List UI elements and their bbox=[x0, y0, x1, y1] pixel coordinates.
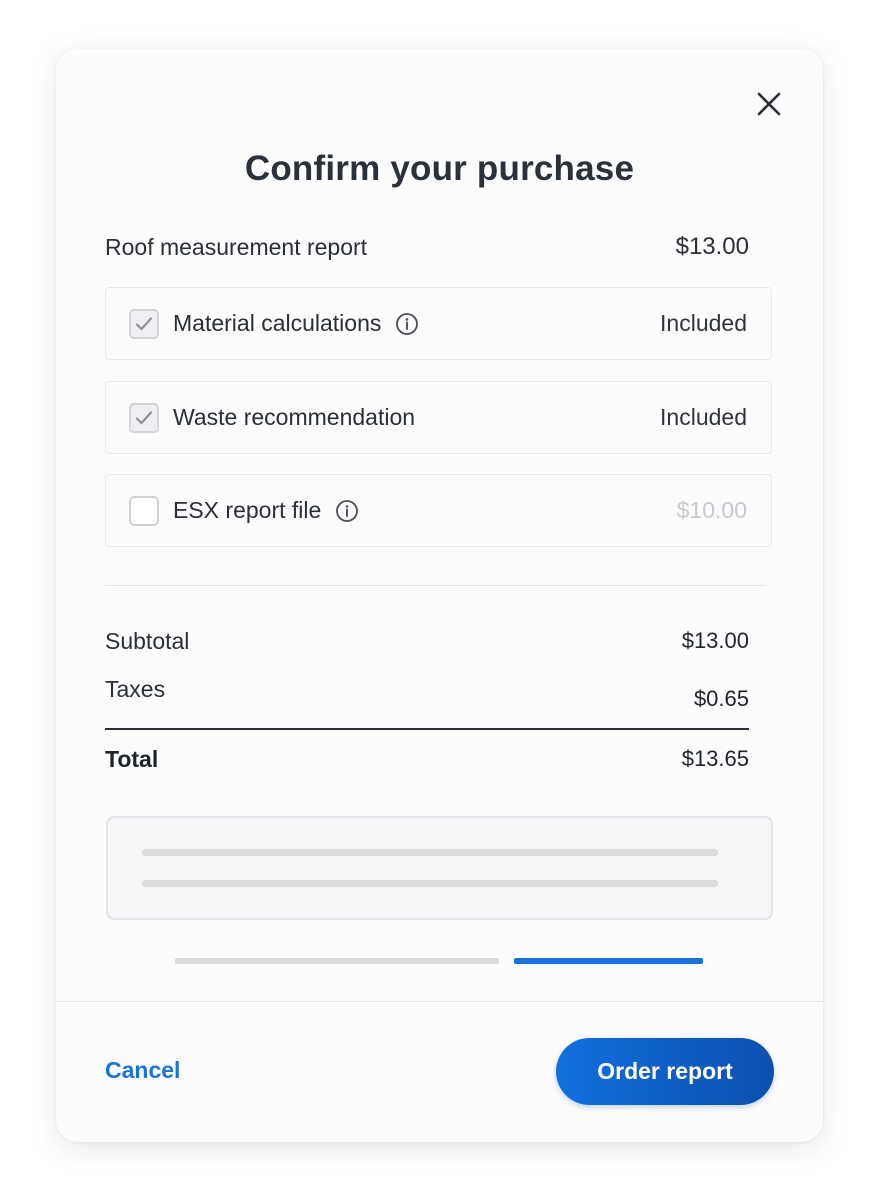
progress-step-2 bbox=[514, 958, 703, 964]
total-value: $13.65 bbox=[681, 746, 749, 771]
taxes-row: Taxes $0.65 bbox=[105, 676, 749, 711]
progress-step-1 bbox=[175, 958, 499, 964]
total-label: Total bbox=[105, 746, 159, 772]
esx-report-file-checkbox[interactable] bbox=[129, 495, 159, 526]
total-divider bbox=[105, 728, 749, 730]
option-price: $10.00 bbox=[676, 497, 747, 523]
option-waste-recommendation[interactable]: Waste recommendation Included bbox=[105, 381, 772, 454]
checkmark-icon bbox=[135, 410, 153, 424]
option-material-calculations[interactable]: Material calculations Included bbox=[105, 287, 772, 360]
material-calculations-checkbox[interactable] bbox=[129, 308, 159, 339]
purchase-modal: Confirm your purchase Roof measurement r… bbox=[56, 49, 823, 1142]
option-esx-report-file[interactable]: ESX report file $10.00 bbox=[105, 474, 772, 547]
subtotal-row: Subtotal $13.00 bbox=[105, 628, 749, 655]
subtotal-label: Subtotal bbox=[105, 628, 190, 654]
cancel-button[interactable]: Cancel bbox=[105, 1057, 180, 1084]
close-icon bbox=[757, 92, 781, 116]
modal-title: Confirm your purchase bbox=[244, 149, 635, 188]
report-label: Roof measurement report bbox=[105, 233, 368, 260]
report-price: $13.00 bbox=[675, 233, 749, 260]
checkmark-icon bbox=[135, 316, 153, 330]
waste-recommendation-checkbox[interactable] bbox=[129, 402, 159, 433]
option-value: Included bbox=[660, 404, 747, 430]
option-value: Included bbox=[660, 310, 747, 336]
taxes-label: Taxes bbox=[105, 676, 166, 702]
taxes-value: $0.65 bbox=[693, 686, 749, 711]
info-icon[interactable] bbox=[335, 499, 359, 523]
section-divider bbox=[105, 585, 765, 586]
footer-divider bbox=[56, 1001, 823, 1002]
order-report-button[interactable]: Order report bbox=[556, 1038, 774, 1105]
option-label: ESX report file bbox=[173, 497, 322, 523]
option-label: Material calculations bbox=[173, 310, 382, 336]
info-icon[interactable] bbox=[395, 312, 419, 336]
close-button[interactable] bbox=[752, 87, 786, 121]
report-row: Roof measurement report $13.00 bbox=[105, 233, 749, 261]
placeholder-line bbox=[142, 849, 718, 856]
placeholder-text-box bbox=[106, 816, 773, 920]
subtotal-value: $13.00 bbox=[681, 628, 749, 653]
option-label: Waste recommendation bbox=[173, 404, 416, 430]
total-row: Total $13.65 bbox=[105, 746, 749, 773]
placeholder-line bbox=[142, 880, 718, 887]
